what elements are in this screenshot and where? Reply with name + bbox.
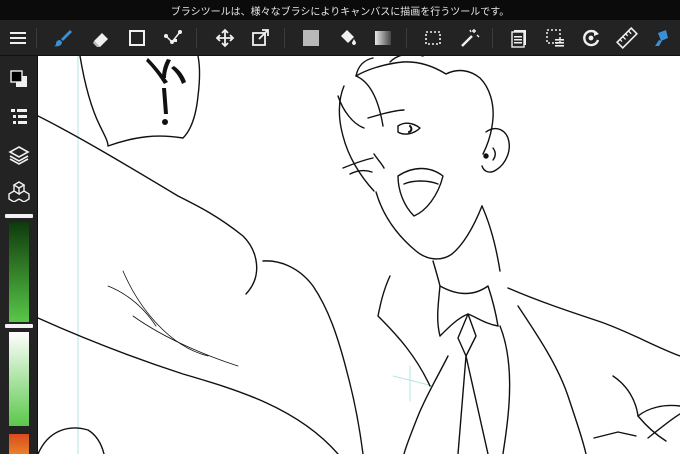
drawing-canvas[interactable] — [38, 56, 680, 454]
toolbar-separator — [492, 28, 493, 48]
select-rect-icon — [425, 31, 441, 45]
transform-tool-button[interactable] — [245, 20, 275, 56]
magic-wand-button[interactable] — [454, 20, 484, 56]
layer-properties-icon — [511, 30, 526, 48]
correction-tool-icon — [164, 30, 182, 44]
fill-color-icon — [303, 30, 319, 46]
dark-green-slider[interactable] — [9, 222, 29, 322]
spotlight-icon — [655, 30, 668, 46]
gradient-tool-icon — [375, 31, 391, 45]
menu-icon — [10, 32, 26, 44]
left-sidebar — [0, 56, 38, 454]
rectangle-tool-icon — [129, 30, 145, 46]
layers-button[interactable] — [4, 140, 34, 170]
magic-wand-icon — [461, 29, 480, 47]
rotate-view-button[interactable] — [576, 20, 606, 56]
materials-icon — [8, 181, 30, 202]
color-swatch-button[interactable] — [4, 64, 34, 94]
gradient-tool-button[interactable] — [368, 20, 398, 56]
toolbar-separator — [196, 28, 197, 48]
move-tool-icon — [215, 28, 235, 48]
rotate-view-icon — [583, 29, 600, 47]
color-swatch-icon — [10, 70, 27, 87]
transform-tool-icon — [252, 29, 269, 46]
selection-edit-icon — [546, 29, 564, 47]
bucket-tool-button[interactable] — [332, 20, 362, 56]
fill-color-button[interactable] — [296, 20, 326, 56]
brush-list-icon — [11, 109, 27, 124]
light-green-slider[interactable] — [9, 332, 29, 426]
line-art — [38, 56, 680, 454]
top-slider-knob[interactable] — [5, 214, 33, 218]
middle-slider-knob[interactable] — [5, 324, 33, 328]
menu-button[interactable] — [3, 20, 33, 56]
correction-tool-button[interactable] — [158, 20, 188, 56]
toolbar-separator — [36, 28, 37, 48]
move-tool-button[interactable] — [210, 20, 240, 56]
spotlight-button[interactable] — [646, 20, 676, 56]
bucket-tool-icon — [341, 30, 356, 45]
main-toolbar — [0, 20, 680, 56]
materials-button[interactable] — [4, 176, 34, 206]
eraser-tool-button[interactable] — [86, 20, 116, 56]
tool-hint-text: ブラシツールは、様々なブラシによりキャンバスに描画を行うツールです。 — [170, 6, 510, 18]
brush-tool-icon — [54, 30, 72, 47]
toolbar-separator — [406, 28, 407, 48]
toolbar-separator — [284, 28, 285, 48]
ruler-button[interactable] — [612, 20, 642, 56]
layer-properties-button[interactable] — [504, 20, 534, 56]
brush-tool-button[interactable] — [48, 20, 78, 56]
rectangle-tool-button[interactable] — [122, 20, 152, 56]
tool-hint-bar: ブラシツールは、様々なブラシによりキャンバスに描画を行うツールです。 — [0, 0, 680, 20]
layers-icon — [8, 146, 30, 165]
eraser-tool-icon — [93, 33, 108, 47]
hue-slider[interactable] — [9, 434, 29, 454]
selection-edit-button[interactable] — [540, 20, 570, 56]
brush-list-button[interactable] — [4, 102, 34, 132]
select-rect-button[interactable] — [418, 20, 448, 56]
ruler-icon — [616, 27, 638, 49]
